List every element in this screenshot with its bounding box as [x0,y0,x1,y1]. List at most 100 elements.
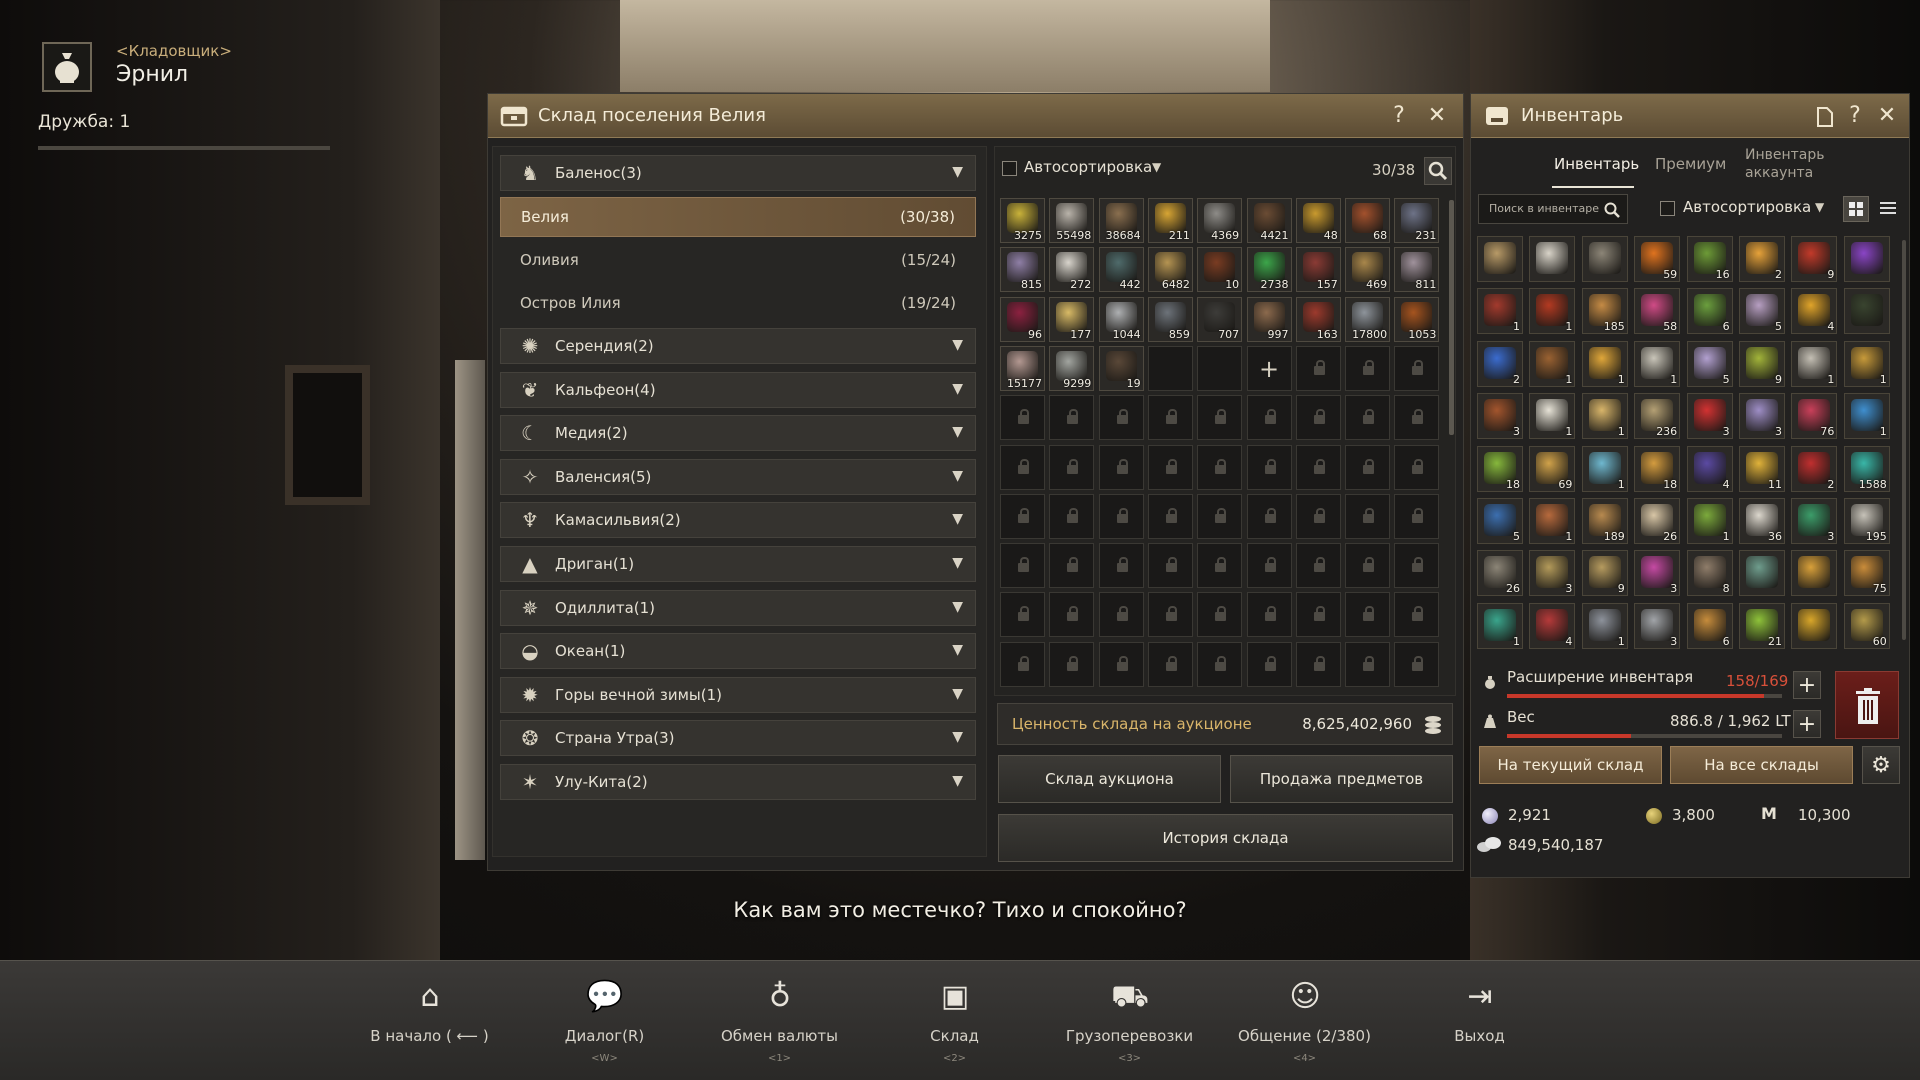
chevron-down-icon[interactable]: ▼ [952,642,963,658]
locked-slot[interactable] [1295,592,1341,638]
locked-slot[interactable] [1295,543,1341,589]
tab-premium[interactable]: Премиум [1655,155,1726,173]
locked-slot[interactable] [1197,641,1243,687]
tab-inventory[interactable]: Инвентарь [1554,155,1639,173]
locked-slot[interactable] [1098,493,1144,539]
storage-item-slot[interactable]: 707 [1197,296,1243,342]
storage-item-slot[interactable]: 1044 [1098,296,1144,342]
inventory-item-slot[interactable]: 3 [1686,393,1733,440]
storage-autosort-checkbox[interactable] [1002,161,1017,176]
inventory-item-slot[interactable]: 8 [1686,550,1733,597]
inventory-item-slot[interactable]: 1 [1686,498,1733,544]
storage-history-button[interactable]: История склада [998,814,1453,862]
locked-slot[interactable] [1394,444,1440,490]
locked-slot[interactable] [1000,395,1045,441]
locked-slot[interactable] [1345,345,1391,391]
inventory-item-slot[interactable]: 60 [1843,602,1890,649]
storage-item-slot[interactable]: 9299 [1049,345,1095,391]
locked-slot[interactable] [1147,641,1193,687]
inventory-item-slot[interactable]: 2 [1791,445,1838,492]
inventory-item-slot[interactable]: 4 [1529,602,1576,649]
inventory-item-slot[interactable]: 1 [1634,340,1681,387]
locked-slot[interactable] [1246,493,1292,539]
inventory-item-slot[interactable]: 59 [1634,236,1681,282]
inventory-item-slot[interactable]: 1 [1791,340,1838,387]
region-4[interactable]: ✧ Валенсия(5) ▼ [500,458,976,495]
storage-item-slot[interactable]: 1053 [1394,296,1440,342]
weight-plus-button[interactable]: + [1793,710,1821,738]
inventory-item-slot[interactable] [1791,602,1838,649]
locked-slot[interactable] [1295,345,1341,391]
empty-slot[interactable] [1197,345,1243,391]
inventory-item-slot[interactable]: 3 [1634,602,1681,649]
locked-slot[interactable] [1394,345,1440,391]
chevron-down-icon[interactable]: ▼ [952,424,963,440]
storage-item-slot[interactable]: 96 [1000,296,1045,342]
tab-account-inventory[interactable]: Инвентарь аккаунта [1745,146,1855,182]
storage-item-slot[interactable]: 157 [1295,247,1341,293]
locked-slot[interactable] [1049,395,1095,441]
inventory-item-slot[interactable]: 76 [1791,393,1838,440]
inventory-item-slot[interactable]: 5 [1686,340,1733,387]
inventory-item-slot[interactable] [1843,236,1890,282]
add-slot-button[interactable]: + [1246,345,1292,391]
region-3[interactable]: ☾ Медия(2) ▼ [500,415,976,452]
town-item[interactable]: Оливия (15/24) [500,240,976,280]
inventory-item-slot[interactable]: 1 [1581,340,1628,387]
storage-item-slot[interactable]: 3275 [1000,198,1045,243]
storage-item-slot[interactable]: 6482 [1147,247,1193,293]
storage-item-slot[interactable]: 997 [1246,296,1292,342]
inventory-item-slot[interactable]: 195 [1843,498,1890,544]
dock-currency-exchange-button[interactable]: ♁ Обмен валюты <1> [692,961,867,1080]
storage-item-slot[interactable]: 48 [1295,198,1341,243]
locked-slot[interactable] [1147,444,1193,490]
storage-item-slot[interactable]: 211 [1147,198,1193,243]
inventory-item-slot[interactable]: 26 [1634,498,1681,544]
locked-slot[interactable] [1394,592,1440,638]
locked-slot[interactable] [1246,592,1292,638]
inventory-item-slot[interactable] [1843,288,1890,335]
inventory-item-slot[interactable]: 6 [1686,288,1733,335]
document-icon[interactable] [1815,106,1835,128]
locked-slot[interactable] [1147,395,1193,441]
inventory-item-slot[interactable]: 9 [1739,340,1785,387]
storage-item-slot[interactable]: 2738 [1246,247,1292,293]
inventory-item-slot[interactable]: 5 [1477,498,1523,544]
storage-item-slot[interactable]: 815 [1000,247,1045,293]
close-icon[interactable]: ✕ [1423,102,1451,130]
inventory-item-slot[interactable]: 75 [1843,550,1890,597]
locked-slot[interactable] [1394,543,1440,589]
dock-exit-button[interactable]: ⇥ Выход [1392,961,1567,1080]
inventory-item-slot[interactable]: 1 [1529,393,1576,440]
inventory-item-slot[interactable]: 1 [1477,288,1523,335]
inventory-item-slot[interactable] [1581,236,1628,282]
storage-item-slot[interactable]: 442 [1098,247,1144,293]
locked-slot[interactable] [1000,444,1045,490]
locked-slot[interactable] [1345,592,1391,638]
chevron-down-icon[interactable]: ▼ [952,555,963,571]
locked-slot[interactable] [1098,592,1144,638]
inventory-item-slot[interactable]: 2 [1739,236,1785,282]
inventory-autosort-checkbox[interactable] [1660,201,1675,216]
storage-item-slot[interactable]: 15177 [1000,345,1045,391]
locked-slot[interactable] [1000,493,1045,539]
sell-items-button[interactable]: Продажа предметов [1230,755,1453,803]
locked-slot[interactable] [1098,543,1144,589]
storage-item-slot[interactable]: 163 [1295,296,1341,342]
dock-dialog-button[interactable]: 💬 Диалог(R) <W> [517,961,692,1080]
inventory-item-slot[interactable]: 5 [1739,288,1785,335]
inventory-item-slot[interactable]: 1 [1529,340,1576,387]
inventory-item-slot[interactable]: 1 [1581,602,1628,649]
inventory-item-slot[interactable]: 16 [1686,236,1733,282]
locked-slot[interactable] [1345,543,1391,589]
inventory-item-slot[interactable]: 1588 [1843,445,1890,492]
locked-slot[interactable] [1295,641,1341,687]
chevron-down-icon[interactable]: ▼ [952,337,963,353]
inventory-item-slot[interactable] [1529,236,1576,282]
locked-slot[interactable] [1394,641,1440,687]
region-5[interactable]: ♆ Камасильвия(2) ▼ [500,502,976,539]
locked-slot[interactable] [1345,493,1391,539]
inventory-item-slot[interactable]: 236 [1634,393,1681,440]
region-1[interactable]: ✺ Серендия(2) ▼ [500,328,976,364]
region-7[interactable]: ✵ Одиллита(1) ▼ [500,589,976,626]
